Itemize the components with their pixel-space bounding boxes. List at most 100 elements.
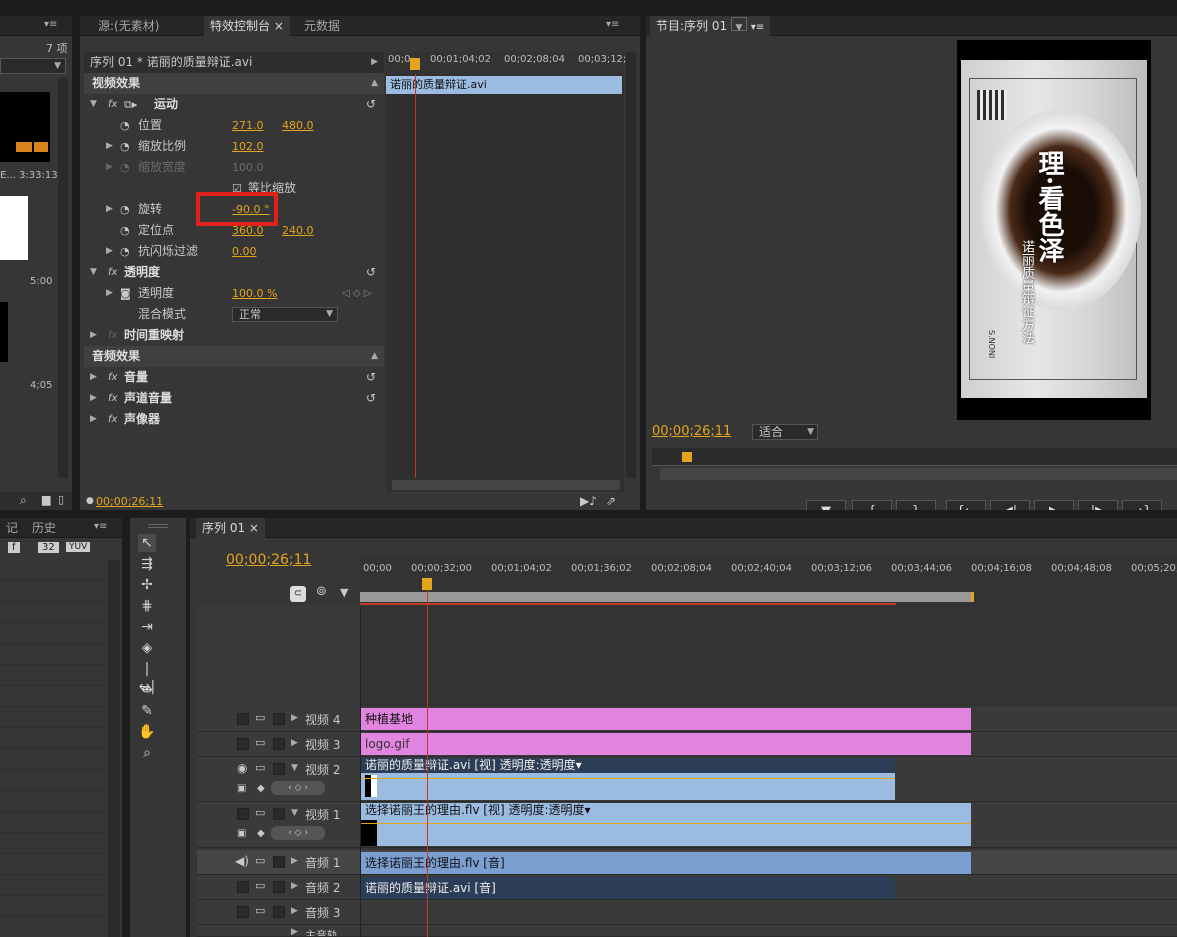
zoom-tool-icon[interactable]: ⌕ <box>138 744 156 762</box>
bit-depth-badge-icon[interactable]: 32 <box>38 542 59 553</box>
panel-menu-icon[interactable]: ▾≡ <box>751 22 764 33</box>
mini-clip[interactable]: 诺丽的质量辩证.avi <box>386 76 622 94</box>
folder-icon[interactable]: ▆ <box>42 493 50 506</box>
expand-triangle-icon[interactable]: ▶ <box>106 136 113 157</box>
expand-triangle-icon[interactable]: ▶ <box>291 881 298 891</box>
expand-triangle-icon[interactable]: ▶ <box>106 199 113 220</box>
mini-ruler[interactable]: 00;0 00;01;04;02 00;02;08;04 00;03;12; <box>386 52 626 74</box>
audio-loop-icon[interactable]: ▶♪ <box>580 494 597 508</box>
selection-tool-icon[interactable]: ↖ <box>138 534 156 552</box>
expand-triangle-icon[interactable]: ▶ <box>106 283 113 304</box>
tab-program[interactable]: 节目:序列 01 ▼ ▾≡ <box>650 16 771 36</box>
vertical-scrollbar[interactable] <box>626 52 636 478</box>
track-lock-toggle[interactable] <box>273 856 285 868</box>
tab-metadata[interactable]: 元数据 <box>298 16 346 36</box>
scale-value[interactable]: 102.0 <box>232 136 264 157</box>
keyframe-nav[interactable]: ‹ ◇ › <box>271 781 325 795</box>
expand-triangle-icon[interactable]: ▶ <box>291 856 298 866</box>
mark-in-button[interactable]: { <box>852 500 892 510</box>
tab-history[interactable]: 历史 <box>26 518 62 538</box>
panel-menu-icon[interactable]: ▾≡ <box>44 19 57 30</box>
panel-menu-icon[interactable]: ▾≡ <box>94 521 107 532</box>
stopwatch-icon[interactable]: ◔ <box>120 241 130 262</box>
collapse-icon[interactable]: ▲ <box>371 73 378 94</box>
track-lock-toggle[interactable] <box>273 713 285 725</box>
clip-video-1[interactable]: 选择诺丽王的理由.flv [视] 透明度:透明度▾ <box>361 803 971 846</box>
chevron-down-icon[interactable]: ▼ <box>730 17 747 33</box>
reset-icon[interactable]: ↺ <box>366 262 376 283</box>
clip-video-3[interactable]: logo.gif <box>361 733 971 755</box>
motion-transform-icon[interactable]: ⧉▸ <box>124 94 137 115</box>
expand-triangle-icon[interactable]: ▶ <box>291 738 298 748</box>
track-visibility-toggle[interactable] <box>237 808 249 820</box>
marker-icon[interactable]: ⊚ <box>316 584 327 599</box>
track-mute-toggle[interactable] <box>237 881 249 893</box>
track-lock-toggle[interactable] <box>273 808 285 820</box>
pen-tool-icon[interactable]: ✎ <box>138 702 156 720</box>
slip-tool-icon[interactable]: |↔| <box>138 660 156 695</box>
work-area-bar[interactable] <box>360 592 974 602</box>
stopwatch-icon[interactable]: ◙ <box>120 283 131 304</box>
rolling-edit-tool-icon[interactable]: ⋕ <box>138 597 156 615</box>
timeline-timecode[interactable]: 00;00;26;11 <box>226 552 311 568</box>
antiflicker-value[interactable]: 0.00 <box>232 241 257 262</box>
track-mute-toggle[interactable] <box>237 906 249 918</box>
track-lock-toggle[interactable] <box>273 738 285 750</box>
clip-audio-2[interactable]: 诺丽的质量辩证.avi [音] <box>361 877 895 899</box>
collapse-triangle-icon[interactable]: ▼ <box>291 808 298 818</box>
anchor-x-value[interactable]: 360.0 <box>232 220 264 241</box>
program-zoom-bar[interactable] <box>660 468 1177 480</box>
close-icon[interactable]: × <box>274 19 284 33</box>
track-select-tool-icon[interactable]: ⇶ <box>138 555 156 573</box>
razor-tool-icon[interactable]: ◈ <box>138 639 156 657</box>
stopwatch-icon[interactable]: ◔ <box>120 199 130 220</box>
track-visibility-toggle[interactable] <box>237 713 249 725</box>
expand-triangle-icon[interactable]: ▶ <box>291 927 298 936</box>
mark-out-button[interactable]: } <box>896 500 936 510</box>
time-remap-row[interactable]: ▶ fx 时间重映射 <box>84 325 384 346</box>
reset-icon[interactable]: ↺ <box>366 388 376 409</box>
reset-icon[interactable]: ↺ <box>366 94 376 115</box>
marker-button[interactable]: ▼ <box>806 500 846 510</box>
stopwatch-icon[interactable]: ◔ <box>120 115 130 136</box>
speaker-icon[interactable]: ◀) <box>235 854 249 868</box>
playhead-icon[interactable] <box>410 58 420 70</box>
volume-row[interactable]: ▶ fx 音量 ↺ <box>84 367 384 388</box>
project-thumb-2[interactable] <box>0 196 28 260</box>
collapse-icon[interactable]: ▲ <box>371 346 378 367</box>
mini-scrollbar[interactable] <box>392 480 620 490</box>
panel-menu-icon[interactable]: ▾≡ <box>606 19 619 30</box>
go-to-in-button[interactable]: {← <box>946 500 986 510</box>
go-to-out-button[interactable]: →} <box>1122 500 1162 510</box>
eye-icon[interactable]: ◉ <box>237 761 247 775</box>
clip-video-2[interactable]: 诺丽的质量辩证.avi [视] 透明度:透明度▾ <box>361 758 895 800</box>
history-scrollbar[interactable] <box>108 560 120 937</box>
search-icon[interactable]: ⌕ <box>20 493 27 508</box>
blend-mode-select[interactable]: 正常 ▼ <box>232 307 338 322</box>
collapse-triangle-icon[interactable]: ▼ <box>90 94 97 115</box>
program-scrubber[interactable] <box>652 448 1177 466</box>
position-y-value[interactable]: 480.0 <box>282 115 314 136</box>
keyframe-nav[interactable]: ‹ ◇ › <box>271 826 325 840</box>
track-lock-toggle[interactable] <box>273 881 285 893</box>
stopwatch-icon[interactable]: ◔ <box>120 136 130 157</box>
opacity-rubberband[interactable] <box>361 778 895 779</box>
export-icon[interactable]: ⇗ <box>606 494 616 508</box>
keyframe-icon[interactable]: ◆ <box>257 783 265 794</box>
play-icon[interactable]: ▶ <box>371 52 378 73</box>
anchor-y-value[interactable]: 240.0 <box>282 220 314 241</box>
snap-icon[interactable]: ⊂ <box>290 586 306 602</box>
channel-volume-row[interactable]: ▶ fx 声道音量 ↺ <box>84 388 384 409</box>
yuv-badge-icon[interactable]: YUV <box>66 542 91 552</box>
playhead-icon[interactable] <box>682 452 692 462</box>
new-item-icon[interactable]: ▯ <box>58 493 64 506</box>
hand-tool-icon[interactable]: ✋ <box>138 723 156 741</box>
track-visibility-toggle[interactable] <box>237 738 249 750</box>
project-scrollbar[interactable] <box>58 78 68 478</box>
opacity-group-row[interactable]: ▼ fx 透明度 ↺ <box>84 262 384 283</box>
stopwatch-icon[interactable]: ◔ <box>120 220 130 241</box>
tab-sequence[interactable]: 序列 01 × <box>196 518 265 538</box>
tab-effect-controls[interactable]: 特效控制台 × <box>204 16 290 36</box>
track-lock-toggle[interactable] <box>273 906 285 918</box>
keyframe-nav-icon[interactable]: ◁ ◇ ▷ <box>342 283 371 304</box>
